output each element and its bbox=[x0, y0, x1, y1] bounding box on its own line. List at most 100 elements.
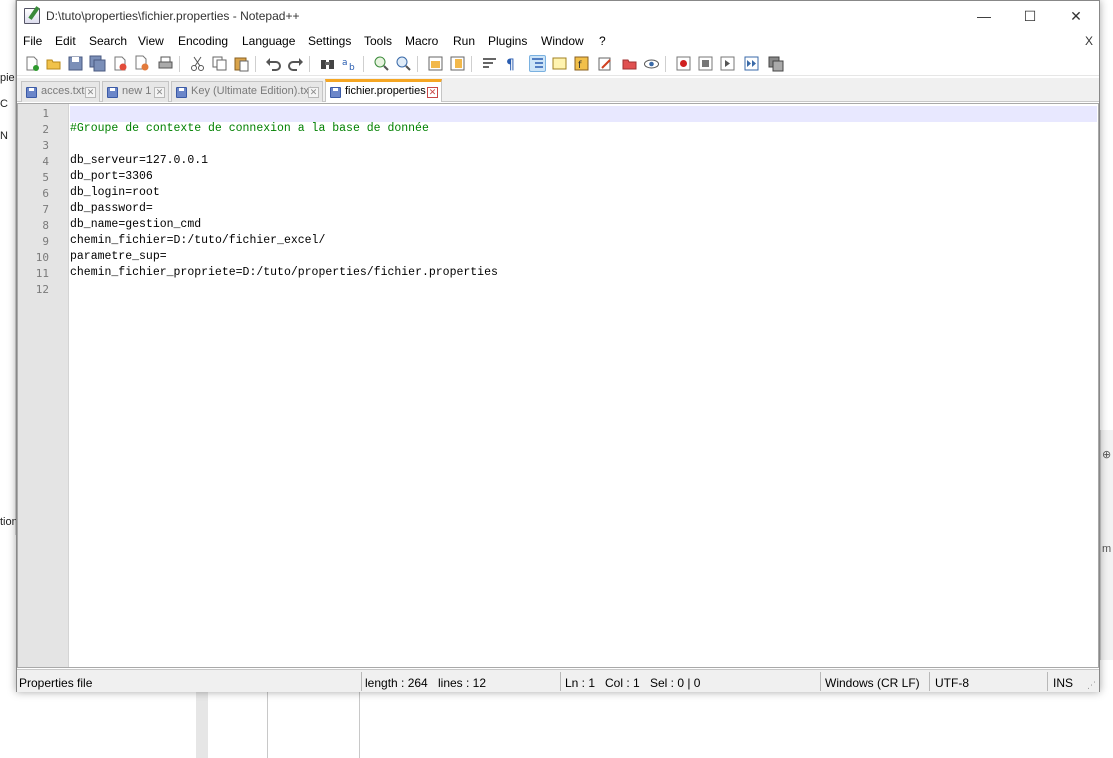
line-number: 9 bbox=[42, 235, 49, 248]
menu-view[interactable]: View bbox=[138, 34, 164, 48]
doc-map-icon[interactable] bbox=[551, 55, 568, 72]
menu-settings[interactable]: Settings bbox=[308, 34, 351, 48]
title-bar[interactable]: D:\tuto\properties\fichier.properties - … bbox=[17, 1, 1099, 32]
line-number: 5 bbox=[42, 171, 49, 184]
menu-search[interactable]: Search bbox=[89, 34, 127, 48]
menu-bar: File Edit Search View Encoding Language … bbox=[17, 32, 1099, 52]
line-number: 10 bbox=[35, 251, 49, 264]
menu-language[interactable]: Language bbox=[242, 34, 295, 48]
zoom-in-icon[interactable] bbox=[373, 55, 390, 72]
code-line: db_serveur=127.0.0.1 bbox=[70, 154, 208, 167]
redo-icon[interactable] bbox=[287, 55, 304, 72]
tab-label: new 1 bbox=[122, 85, 152, 97]
paste-icon[interactable] bbox=[233, 55, 250, 72]
status-bar: Properties file length : 264 lines : 12 … bbox=[17, 669, 1099, 692]
tab-close-icon[interactable]: ✕ bbox=[85, 87, 96, 98]
run-macro-multiple-icon[interactable] bbox=[743, 55, 760, 72]
menu-encoding[interactable]: Encoding bbox=[178, 34, 228, 48]
close-all-icon[interactable] bbox=[133, 55, 150, 72]
open-file-icon[interactable] bbox=[45, 55, 62, 72]
code-line: parametre_sup= bbox=[70, 250, 167, 263]
equals-sign: = bbox=[235, 266, 243, 279]
background-text-fragment: m bbox=[1102, 543, 1112, 555]
notepadpp-window: D:\tuto\properties\fichier.properties - … bbox=[16, 0, 1100, 692]
close-icon[interactable] bbox=[111, 55, 128, 72]
background-text-fragment: ⊕ bbox=[1102, 449, 1112, 461]
tab-key-ultimate-edition[interactable]: Key (Ultimate Edition).txt ✕ bbox=[171, 81, 323, 102]
menu-tools[interactable]: Tools bbox=[364, 34, 392, 48]
menu-run[interactable]: Run bbox=[453, 34, 475, 48]
code-line: db_name=gestion_cmd bbox=[70, 218, 201, 231]
folder-workspace-icon[interactable] bbox=[597, 55, 614, 72]
status-insert-mode: INS bbox=[1053, 676, 1074, 690]
property-value: 3306 bbox=[125, 170, 153, 183]
svg-text:f: f bbox=[578, 60, 582, 71]
copy-icon[interactable] bbox=[211, 55, 228, 72]
toolbar-separator bbox=[363, 56, 364, 72]
background-text-fragment: pie bbox=[0, 72, 15, 84]
line-number: 11 bbox=[35, 267, 49, 280]
background-text-fragment: N bbox=[0, 130, 8, 142]
status-selection: Sel : 0 | 0 bbox=[650, 676, 701, 690]
word-wrap-icon[interactable] bbox=[481, 55, 498, 72]
property-value: root bbox=[132, 186, 160, 199]
menu-help[interactable]: ? bbox=[599, 34, 606, 48]
save-macro-icon[interactable] bbox=[767, 55, 784, 72]
background-panel-column bbox=[196, 692, 208, 758]
menu-plugins[interactable]: Plugins bbox=[488, 34, 527, 48]
editor-area[interactable]: 1 2 3 4 5 6 7 8 9 10 11 12 #Groupe de co… bbox=[17, 103, 1099, 668]
find-icon[interactable] bbox=[319, 55, 336, 72]
record-macro-icon[interactable] bbox=[675, 55, 692, 72]
tab-fichier-properties[interactable]: fichier.properties ✕ bbox=[325, 79, 442, 102]
maximize-button[interactable]: ☐ bbox=[1007, 1, 1053, 32]
property-value: gestion_cmd bbox=[125, 218, 202, 231]
status-divider bbox=[361, 672, 362, 691]
save-all-icon[interactable] bbox=[89, 55, 106, 72]
line-number: 7 bbox=[42, 203, 49, 216]
menu-macro[interactable]: Macro bbox=[405, 34, 438, 48]
zoom-out-icon[interactable] bbox=[395, 55, 412, 72]
tab-new-1[interactable]: new 1 ✕ bbox=[102, 81, 169, 102]
menu-edit[interactable]: Edit bbox=[55, 34, 76, 48]
svg-text:¶: ¶ bbox=[506, 57, 515, 72]
function-list-icon[interactable]: f bbox=[573, 55, 590, 72]
replace-icon[interactable]: ab bbox=[341, 55, 358, 73]
tab-close-icon[interactable]: ✕ bbox=[308, 87, 319, 98]
sync-vertical-icon[interactable] bbox=[427, 55, 444, 72]
tab-acces-txt[interactable]: acces.txt ✕ bbox=[21, 81, 100, 102]
menu-window[interactable]: Window bbox=[541, 34, 584, 48]
background-divider bbox=[267, 692, 268, 758]
play-macro-icon[interactable] bbox=[719, 55, 736, 72]
monitoring-icon[interactable] bbox=[621, 55, 638, 72]
tab-close-icon[interactable]: ✕ bbox=[427, 87, 438, 98]
resize-grip-icon[interactable]: ⋰ bbox=[1087, 680, 1097, 690]
sync-horizontal-icon[interactable] bbox=[449, 55, 466, 72]
code-line: db_port=3306 bbox=[70, 170, 153, 183]
toolbar-separator bbox=[179, 56, 180, 72]
save-icon[interactable] bbox=[67, 55, 84, 72]
tab-close-icon[interactable]: ✕ bbox=[154, 87, 165, 98]
close-document-button[interactable]: X bbox=[1085, 34, 1093, 48]
unsaved-file-icon bbox=[107, 87, 118, 98]
line-number: 2 bbox=[42, 123, 49, 136]
minimize-button[interactable]: — bbox=[961, 1, 1007, 32]
show-all-chars-icon[interactable]: ¶ bbox=[503, 55, 520, 73]
indent-guide-icon[interactable] bbox=[529, 55, 546, 72]
equals-sign: = bbox=[139, 154, 146, 167]
background-window-bottom bbox=[0, 692, 1113, 758]
saved-file-icon bbox=[330, 87, 341, 98]
new-file-icon[interactable] bbox=[23, 55, 40, 72]
close-window-button[interactable]: ✕ bbox=[1053, 1, 1099, 32]
status-eol-format[interactable]: Windows (CR LF) bbox=[825, 676, 920, 690]
eye-icon[interactable] bbox=[643, 55, 660, 72]
print-icon[interactable] bbox=[157, 55, 174, 72]
line-number: 6 bbox=[42, 187, 49, 200]
cut-icon[interactable] bbox=[189, 55, 206, 72]
tab-label: fichier.properties bbox=[345, 85, 426, 97]
property-key: db_serveur bbox=[70, 154, 140, 167]
menu-file[interactable]: File bbox=[23, 34, 42, 48]
stop-macro-icon[interactable] bbox=[697, 55, 714, 72]
undo-icon[interactable] bbox=[265, 55, 282, 72]
status-encoding[interactable]: UTF-8 bbox=[935, 676, 969, 690]
status-lines: lines : 12 bbox=[438, 676, 487, 690]
